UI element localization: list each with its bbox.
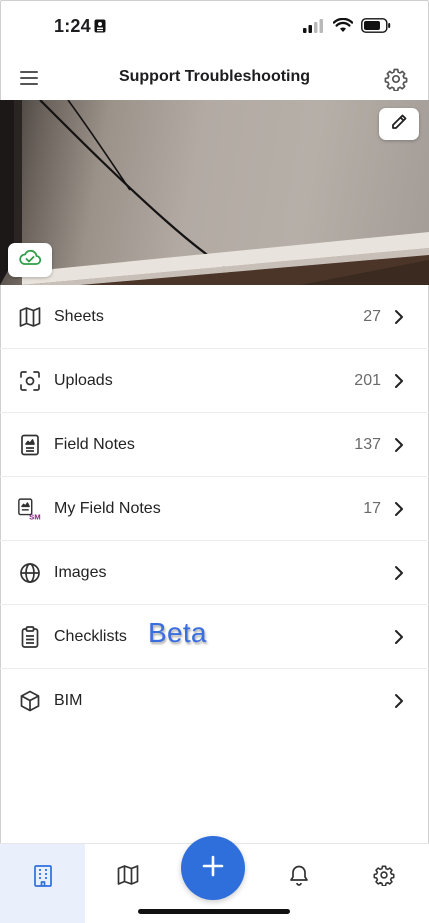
bell-icon <box>289 864 309 923</box>
menu-item-label: Images <box>54 563 107 581</box>
menu-item-field-notes[interactable]: Field Notes 137 <box>0 413 429 477</box>
menu-item-sheets[interactable]: Sheets 27 <box>0 285 429 349</box>
cellular-signal-icon <box>303 18 325 38</box>
project-menu-list: Sheets 27 Uploads 201 Field Notes 137 SM <box>0 285 429 733</box>
id-badge-icon <box>94 19 106 38</box>
sm-badge: SM <box>29 512 41 521</box>
edit-cover-button[interactable] <box>379 108 419 140</box>
chevron-right-icon <box>393 564 407 582</box>
status-icons <box>303 17 391 38</box>
battery-icon <box>361 18 391 38</box>
menu-item-bim[interactable]: BIM <box>0 669 429 733</box>
page-title: Support Troubleshooting <box>118 68 311 85</box>
menu-item-label: Checklists <box>54 627 127 645</box>
chevron-right-icon <box>393 500 407 518</box>
chevron-right-icon <box>393 436 407 454</box>
cover-photo <box>0 100 429 285</box>
menu-item-label: Field Notes <box>54 435 135 453</box>
plus-icon <box>202 855 224 882</box>
nav-tab-projects[interactable] <box>0 844 85 923</box>
menu-item-label: Uploads <box>54 371 113 389</box>
app-header: Support Troubleshooting <box>0 56 429 100</box>
chevron-right-icon <box>393 308 407 326</box>
cover-photo-image <box>0 100 429 285</box>
sync-status-button[interactable] <box>8 243 52 277</box>
map-icon <box>18 305 42 329</box>
menu-item-my-field-notes[interactable]: SM My Field Notes 17 <box>0 477 429 541</box>
menu-item-count: 137 <box>354 435 381 453</box>
building-icon <box>33 864 53 923</box>
menu-item-count: 201 <box>354 371 381 389</box>
menu-item-images[interactable]: Images <box>0 541 429 605</box>
status-time: 1:24 <box>54 16 91 36</box>
camera-frame-icon <box>18 369 42 393</box>
gear-icon[interactable] <box>383 66 409 92</box>
status-bar: 1:24 <box>0 0 429 54</box>
map-icon <box>117 864 139 923</box>
beta-tag: Beta <box>148 617 207 648</box>
menu-item-label: Sheets <box>54 307 104 325</box>
chevron-right-icon <box>393 628 407 646</box>
gear-icon <box>373 864 395 923</box>
home-indicator[interactable] <box>138 909 290 914</box>
cloud-check-icon <box>18 249 42 272</box>
clipboard-icon <box>18 625 42 649</box>
menu-item-label: My Field Notes <box>54 499 161 517</box>
wifi-icon <box>332 17 354 38</box>
menu-item-label: BIM <box>54 692 83 709</box>
globe-icon <box>18 561 42 585</box>
nav-tab-settings[interactable] <box>341 844 426 923</box>
my-document-icon: SM <box>18 497 42 521</box>
add-button[interactable] <box>181 836 245 900</box>
menu-item-count: 27 <box>363 307 381 325</box>
chevron-right-icon <box>393 692 407 710</box>
chevron-right-icon <box>393 372 407 390</box>
menu-item-checklists[interactable]: Checklists Beta <box>0 605 429 669</box>
cube-icon <box>18 689 42 713</box>
menu-item-uploads[interactable]: Uploads 201 <box>0 349 429 413</box>
pencil-icon <box>390 113 408 136</box>
menu-item-count: 17 <box>363 499 381 517</box>
bottom-nav <box>0 836 429 923</box>
document-icon <box>18 433 42 457</box>
